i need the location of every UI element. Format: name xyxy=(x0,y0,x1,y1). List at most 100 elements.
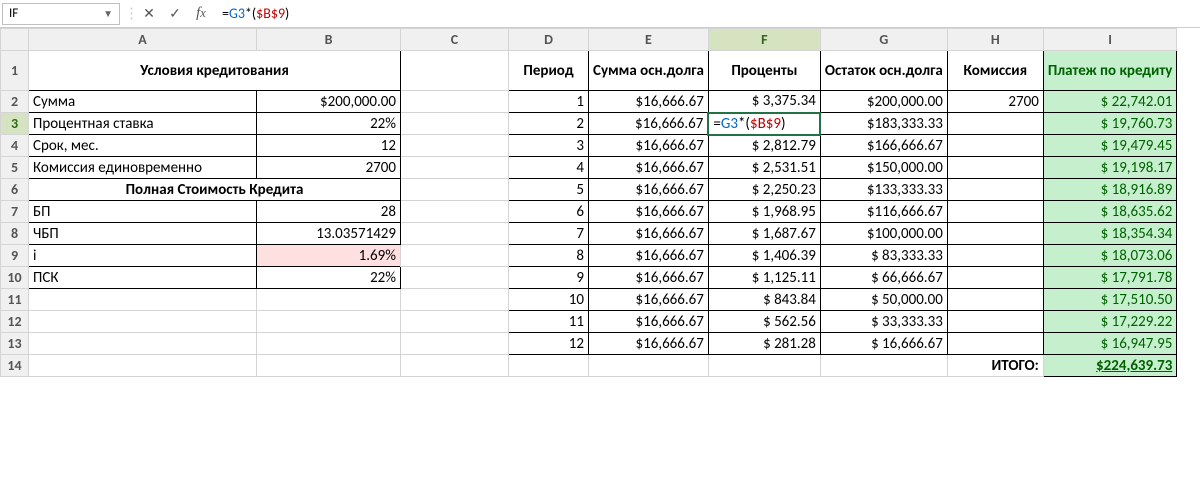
cell[interactable]: 11 xyxy=(509,311,589,333)
cell[interactable]: 7 xyxy=(509,223,589,245)
row-header[interactable]: 6 xyxy=(1,179,29,201)
cell[interactable] xyxy=(401,135,509,157)
col-header[interactable]: I xyxy=(1043,29,1177,51)
cell[interactable] xyxy=(257,333,401,355)
cell[interactable]: $ 18,073.06 xyxy=(1043,245,1177,267)
cell[interactable]: Процентная ставка xyxy=(29,113,257,135)
select-all-corner[interactable] xyxy=(1,29,29,51)
cell[interactable]: 13.03571429 xyxy=(257,223,401,245)
row-header[interactable]: 12 xyxy=(1,311,29,333)
cell[interactable]: 2700 xyxy=(947,91,1043,113)
formula-input[interactable]: =G3*($B$9) xyxy=(216,3,1200,25)
cell[interactable] xyxy=(820,355,947,377)
cell[interactable]: 6 xyxy=(509,201,589,223)
cell[interactable]: $ 1,406.39 xyxy=(708,245,820,267)
row-header[interactable]: 10 xyxy=(1,267,29,289)
cell[interactable]: $ 22,742.01 xyxy=(1043,91,1177,113)
cell[interactable]: $ 18,354.34 xyxy=(1043,223,1177,245)
row-header[interactable]: 9 xyxy=(1,245,29,267)
cell[interactable]: $16,666.67 xyxy=(589,245,709,267)
col-header[interactable]: F xyxy=(708,29,820,51)
cell[interactable]: $16,666.67 xyxy=(589,267,709,289)
row-header[interactable]: 13 xyxy=(1,333,29,355)
cell[interactable]: 3 xyxy=(509,135,589,157)
cell[interactable] xyxy=(401,179,509,201)
cancel-icon[interactable]: ✕ xyxy=(138,3,160,25)
cell[interactable]: 22% xyxy=(257,113,401,135)
cell-total[interactable]: $224,639.73 xyxy=(1043,355,1177,377)
row-header[interactable]: 14 xyxy=(1,355,29,377)
cell[interactable]: Период xyxy=(509,51,589,91)
cell[interactable]: $16,666.67 xyxy=(589,201,709,223)
cell[interactable]: $ 19,760.73 xyxy=(1043,113,1177,135)
cell[interactable] xyxy=(509,355,589,377)
row-header[interactable]: 2 xyxy=(1,91,29,113)
cell[interactable]: 1 xyxy=(509,91,589,113)
cell[interactable]: $ 17,791.78 xyxy=(1043,267,1177,289)
cell[interactable]: $ 3,375.34 xyxy=(708,91,820,113)
cell[interactable]: Проценты xyxy=(708,51,820,91)
cell[interactable] xyxy=(401,201,509,223)
fx-icon[interactable]: fx xyxy=(190,3,212,25)
cell[interactable] xyxy=(29,355,257,377)
col-header[interactable]: E xyxy=(589,29,709,51)
cell[interactable] xyxy=(401,267,509,289)
cell[interactable] xyxy=(947,289,1043,311)
cell[interactable]: Условия кредитования xyxy=(29,51,401,91)
cell[interactable] xyxy=(401,289,509,311)
col-header[interactable]: B xyxy=(257,29,401,51)
cell[interactable] xyxy=(401,311,509,333)
cell[interactable]: 4 xyxy=(509,157,589,179)
cell[interactable]: ЧБП xyxy=(29,223,257,245)
cell[interactable]: Полная Стоимость Кредита xyxy=(29,179,401,201)
cell[interactable] xyxy=(947,113,1043,135)
cell[interactable] xyxy=(257,311,401,333)
cell[interactable]: $116,666.67 xyxy=(820,201,947,223)
cell[interactable]: Платеж по кредиту xyxy=(1043,51,1177,91)
col-header[interactable]: A xyxy=(29,29,257,51)
cell[interactable]: $ 2,250.23 xyxy=(708,179,820,201)
col-header[interactable]: D xyxy=(509,29,589,51)
cell[interactable]: $ 2,812.79 xyxy=(708,135,820,157)
cell[interactable]: 9 xyxy=(509,267,589,289)
cell[interactable] xyxy=(947,223,1043,245)
cell[interactable]: 12 xyxy=(509,333,589,355)
cell[interactable] xyxy=(947,201,1043,223)
cell-reference-highlight[interactable]: $183,333.33 xyxy=(820,113,947,135)
cell[interactable]: $ 16,947.95 xyxy=(1043,333,1177,355)
cell[interactable] xyxy=(401,245,509,267)
cell[interactable] xyxy=(947,157,1043,179)
cell[interactable]: $ 1,687.67 xyxy=(708,223,820,245)
cell[interactable]: 2700 xyxy=(257,157,401,179)
cell[interactable]: $ 83,333.33 xyxy=(820,245,947,267)
col-header[interactable]: H xyxy=(947,29,1043,51)
cell[interactable]: Срок, мес. xyxy=(29,135,257,157)
col-header[interactable]: C xyxy=(401,29,509,51)
cell[interactable]: Сумма осн.долга xyxy=(589,51,709,91)
cell[interactable]: $ 2,531.51 xyxy=(708,157,820,179)
cell[interactable]: $16,666.67 xyxy=(589,223,709,245)
cell[interactable]: $166,666.67 xyxy=(820,135,947,157)
col-header[interactable]: G xyxy=(820,29,947,51)
cell[interactable]: $ 562.56 xyxy=(708,311,820,333)
cell[interactable]: 5 xyxy=(509,179,589,201)
row-header[interactable]: 5 xyxy=(1,157,29,179)
cell[interactable]: $200,000.00 xyxy=(257,91,401,113)
cell[interactable] xyxy=(257,355,401,377)
cell[interactable]: Сумма xyxy=(29,91,257,113)
cell[interactable] xyxy=(947,267,1043,289)
cell[interactable]: Комиссия xyxy=(947,51,1043,91)
cell[interactable]: 12 xyxy=(257,135,401,157)
cell[interactable] xyxy=(401,223,509,245)
row-header[interactable]: 7 xyxy=(1,201,29,223)
cell[interactable]: ПСК xyxy=(29,267,257,289)
active-cell[interactable]: =G3*($B$9) xyxy=(708,113,820,135)
cell[interactable]: 22% xyxy=(257,267,401,289)
cell[interactable]: $ 16,666.67 xyxy=(820,333,947,355)
cell[interactable]: $200,000.00 xyxy=(820,91,947,113)
cell[interactable]: $ 19,479.45 xyxy=(1043,135,1177,157)
spreadsheet-grid[interactable]: A B C D E F G H I 1 Условия кредитования… xyxy=(0,28,1200,377)
cell[interactable]: БП xyxy=(29,201,257,223)
cell[interactable]: $ 18,635.62 xyxy=(1043,201,1177,223)
cell[interactable] xyxy=(708,355,820,377)
